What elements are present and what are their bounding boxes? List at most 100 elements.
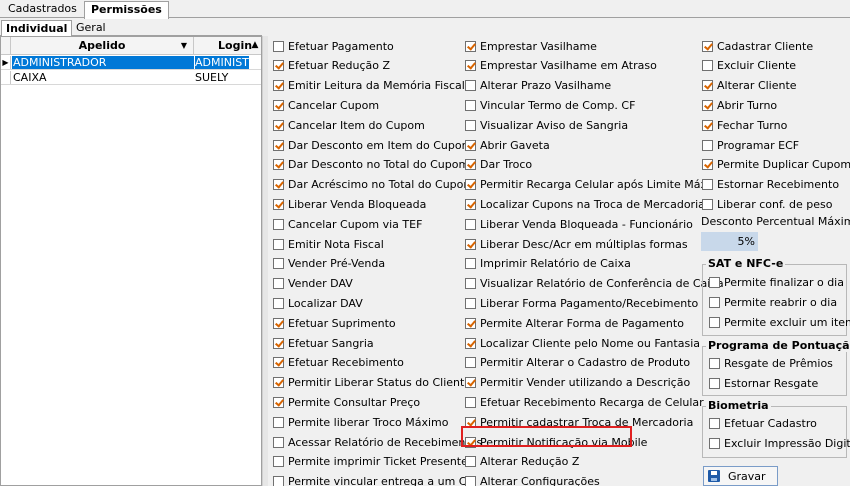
checkbox-unchecked-icon[interactable] — [709, 437, 720, 449]
checkbox-localizar-cupons-na-troca-de-mercadoria[interactable]: Localizar Cupons na Troca de Mercadoria — [465, 196, 705, 212]
checkbox-checked-icon[interactable] — [273, 377, 284, 389]
checkbox-unchecked-icon[interactable] — [709, 296, 720, 308]
checkbox-checked-icon[interactable] — [465, 60, 476, 72]
checkbox-permitir-alterar-o-cadastro-de-produto[interactable]: Permitir Alterar o Cadastro de Produto — [465, 355, 690, 371]
checkbox-unchecked-icon[interactable] — [465, 119, 476, 131]
cell-apelido[interactable]: ADMINISTRADOR — [12, 56, 194, 69]
checkbox-checked-icon[interactable] — [702, 159, 713, 171]
checkbox-resgate-de-premios[interactable]: Resgate de Prêmios — [709, 355, 833, 371]
checkbox-unchecked-icon[interactable] — [709, 316, 720, 328]
checkbox-efetuar-pagamento[interactable]: Efetuar Pagamento — [273, 38, 394, 54]
checkbox-imprimir-relatorio-de-caixa[interactable]: Imprimir Relatório de Caixa — [465, 256, 631, 272]
checkbox-liberar-conf-de-peso[interactable]: Liberar conf. de peso — [702, 196, 833, 212]
checkbox-permite-vincular-entrega-a-um-cf[interactable]: Permite vincular entrega a um CF — [273, 474, 473, 486]
column-apelido[interactable]: Apelido ▼ — [11, 37, 194, 55]
checkbox-unchecked-icon[interactable] — [273, 436, 284, 448]
checkbox-unchecked-icon[interactable] — [702, 60, 713, 72]
checkbox-visualizar-aviso-de-sangria[interactable]: Visualizar Aviso de Sangria — [465, 117, 628, 133]
checkbox-unchecked-icon[interactable] — [702, 139, 713, 151]
tab-cadastrados[interactable]: Cadastrados — [2, 1, 83, 18]
checkbox-checked-icon[interactable] — [465, 198, 476, 210]
cell-apelido[interactable]: CAIXA — [12, 71, 194, 84]
checkbox-unchecked-icon[interactable] — [273, 476, 284, 486]
scroll-up-icon[interactable]: ▲ — [249, 37, 261, 55]
checkbox-permitir-recarga-celular-apos-limite-max[interactable]: Permitir Recarga Celular após Limite Máx… — [465, 177, 711, 193]
checkbox-checked-icon[interactable] — [465, 179, 476, 191]
checkbox-unchecked-icon[interactable] — [702, 179, 713, 191]
checkbox-checked-icon[interactable] — [702, 119, 713, 131]
checkbox-cadastrar-cliente[interactable]: Cadastrar Cliente — [702, 38, 813, 54]
checkbox-efetuar-recebimento[interactable]: Efetuar Recebimento — [273, 355, 404, 371]
checkbox-unchecked-icon[interactable] — [273, 456, 284, 468]
checkbox-emprestar-vasilhame[interactable]: Emprestar Vasilhame — [465, 38, 597, 54]
checkbox-unchecked-icon[interactable] — [273, 218, 284, 230]
checkbox-unchecked-icon[interactable] — [465, 456, 476, 468]
sort-arrow-icon[interactable]: ▼ — [181, 37, 187, 54]
cell-login[interactable]: SUELY — [195, 71, 249, 84]
checkbox-emitir-leitura-da-memoria-fiscal[interactable]: Emitir Leitura da Memória Fiscal — [273, 78, 465, 94]
checkbox-liberar-forma-pagamento-recebimento[interactable]: Liberar Forma Pagamento/Recebimento — [465, 295, 698, 311]
checkbox-checked-icon[interactable] — [273, 139, 284, 151]
checkbox-vender-pre-venda[interactable]: Vender Pré-Venda — [273, 256, 385, 272]
checkbox-checked-icon[interactable] — [273, 119, 284, 131]
checkbox-programar-ecf[interactable]: Programar ECF — [702, 137, 799, 153]
checkbox-unchecked-icon[interactable] — [465, 80, 476, 92]
checkbox-permite-consultar-preco[interactable]: Permite Consultar Preço — [273, 394, 420, 410]
checkbox-cancelar-item-do-cupom[interactable]: Cancelar Item do Cupom — [273, 117, 425, 133]
checkbox-checked-icon[interactable] — [273, 317, 284, 329]
checkbox-checked-icon[interactable] — [273, 337, 284, 349]
checkbox-unchecked-icon[interactable] — [273, 238, 284, 250]
checkbox-permitir-liberar-status-do-cliente[interactable]: Permitir Liberar Status do Cliente — [273, 375, 471, 391]
table-row[interactable]: ▶ ADMINISTRADOR ADMINISTR — [1, 56, 261, 70]
checkbox-localizar-dav[interactable]: Localizar DAV — [273, 295, 363, 311]
checkbox-permite-liberar-troco-maximo[interactable]: Permite liberar Troco Máximo — [273, 414, 448, 430]
checkbox-vender-dav[interactable]: Vender DAV — [273, 276, 353, 292]
checkbox-unchecked-icon[interactable] — [465, 396, 476, 408]
checkbox-abrir-turno[interactable]: Abrir Turno — [702, 97, 777, 113]
checkbox-unchecked-icon[interactable] — [273, 278, 284, 290]
checkbox-checked-icon[interactable] — [702, 99, 713, 111]
checkbox-checked-icon[interactable] — [273, 357, 284, 369]
checkbox-checked-icon[interactable] — [273, 179, 284, 191]
checkbox-permite-finalizar-o-dia[interactable]: Permite finalizar o dia — [709, 274, 844, 290]
checkbox-efetuar-cadastro[interactable]: Efetuar Cadastro — [709, 415, 817, 431]
users-grid[interactable]: Apelido ▼ Login ▲ ▶ ADMINISTRADOR ADMINI… — [0, 36, 262, 486]
checkbox-fechar-turno[interactable]: Fechar Turno — [702, 117, 787, 133]
checkbox-checked-icon[interactable] — [465, 317, 476, 329]
checkbox-unchecked-icon[interactable] — [709, 357, 720, 369]
checkbox-vincular-termo-de-comp-cf[interactable]: Vincular Termo de Comp. CF — [465, 97, 635, 113]
checkbox-cancelar-cupom[interactable]: Cancelar Cupom — [273, 97, 379, 113]
table-row[interactable]: CAIXA SUELY — [1, 71, 261, 85]
checkbox-checked-icon[interactable] — [465, 40, 476, 52]
checkbox-liberar-venda-bloqueada-funcionario[interactable]: Liberar Venda Bloqueada - Funcionário — [465, 216, 693, 232]
checkbox-unchecked-icon[interactable] — [465, 258, 476, 270]
splitter[interactable] — [262, 36, 268, 486]
checkbox-checked-icon[interactable] — [273, 159, 284, 171]
checkbox-excluir-impressao-digital[interactable]: Excluir Impressão Digital — [709, 435, 850, 451]
checkbox-permite-excluir-um-item[interactable]: Permite excluir um item — [709, 314, 850, 330]
checkbox-unchecked-icon[interactable] — [465, 99, 476, 111]
checkbox-unchecked-icon[interactable] — [273, 416, 284, 428]
checkbox-unchecked-icon[interactable] — [273, 40, 284, 52]
cell-login[interactable]: ADMINISTR — [195, 56, 249, 69]
checkbox-emitir-nota-fiscal[interactable]: Emitir Nota Fiscal — [273, 236, 384, 252]
checkbox-unchecked-icon[interactable] — [465, 278, 476, 290]
column-login[interactable]: Login — [194, 37, 252, 55]
checkbox-dar-desconto-em-item-do-cupom[interactable]: Dar Desconto em Item do Cupom — [273, 137, 472, 153]
checkbox-dar-troco[interactable]: Dar Troco — [465, 157, 532, 173]
checkbox-efetuar-reducao-z[interactable]: Efetuar Redução Z — [273, 58, 390, 74]
checkbox-liberar-venda-bloqueada[interactable]: Liberar Venda Bloqueada — [273, 196, 426, 212]
checkbox-dar-acrescimo-no-total-do-cupom[interactable]: Dar Acréscimo no Total do Cupom — [273, 177, 474, 193]
checkbox-excluir-cliente[interactable]: Excluir Cliente — [702, 58, 796, 74]
checkbox-permitir-vender-utilizando-a-descricao[interactable]: Permitir Vender utilizando a Descrição — [465, 375, 690, 391]
checkbox-permite-reabrir-o-dia[interactable]: Permite reabrir o dia — [709, 294, 837, 310]
checkbox-unchecked-icon[interactable] — [465, 218, 476, 230]
checkbox-unchecked-icon[interactable] — [465, 357, 476, 369]
checkbox-efetuar-recebimento-recarga-de-celular[interactable]: Efetuar Recebimento Recarga de Celular — [465, 394, 704, 410]
checkbox-alterar-reducao-z[interactable]: Alterar Redução Z — [465, 454, 579, 470]
checkbox-checked-icon[interactable] — [273, 80, 284, 92]
checkbox-cancelar-cupom-via-tef[interactable]: Cancelar Cupom via TEF — [273, 216, 422, 232]
tab-geral[interactable]: Geral — [72, 20, 110, 36]
checkbox-permite-alterar-forma-de-pagamento[interactable]: Permite Alterar Forma de Pagamento — [465, 315, 684, 331]
desconto-input[interactable]: 5% — [701, 232, 758, 251]
